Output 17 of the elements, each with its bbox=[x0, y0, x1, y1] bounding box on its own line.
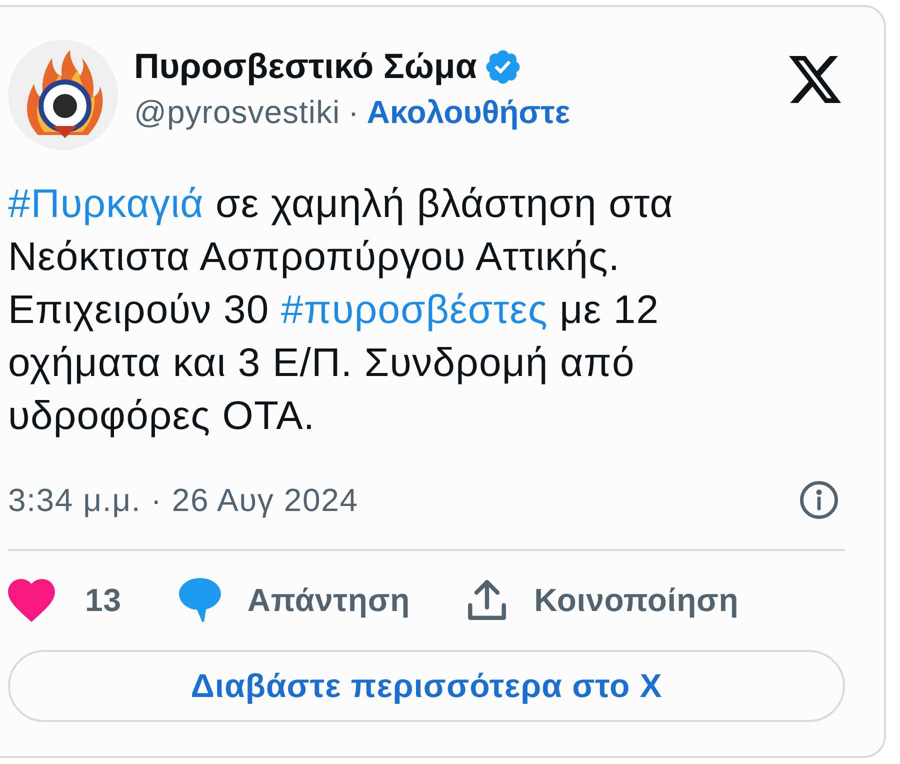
flame-emblem-drawing[interactable] bbox=[8, 40, 118, 150]
author-handle[interactable]: @pyrosvestiki bbox=[134, 92, 340, 132]
follow-link[interactable]: Ακολουθήστε bbox=[366, 92, 570, 132]
read-more-button[interactable]: Διαβάστε περισσότερα στο X bbox=[8, 650, 845, 722]
reply-button[interactable]: Απάντηση bbox=[179, 578, 410, 622]
info-icon[interactable] bbox=[800, 481, 838, 519]
tweet-text: #Πυρκαγιά σε χαμηλή βλάστηση στα Νεόκτιστα Ασπροπύργου Αττικής. Επιχειρούν 30 #πυροσβέστες με 12 οχήματα και 3 Ε/Π. Συνδρομή από υδροφόρες ΟΤΑ. bbox=[8, 181, 674, 440]
x-logo-icon[interactable] bbox=[789, 56, 841, 103]
separator-dot: · bbox=[348, 93, 359, 132]
share-button[interactable]: Κοινοποίηση bbox=[468, 580, 739, 620]
hashtag-link[interactable]: #πυροσβέστες bbox=[280, 288, 548, 332]
like-button[interactable]: 13 bbox=[8, 578, 122, 622]
heart-icon bbox=[8, 578, 55, 622]
author-name[interactable]: Πυροσβεστικό Σώμα bbox=[134, 46, 477, 88]
timestamp-link[interactable]: 3:34 μ.μ. · 26 Αυγ 2024 bbox=[8, 480, 358, 520]
speech-bubble-icon bbox=[179, 578, 222, 622]
hashtag-link[interactable]: #Πυρκαγιά bbox=[8, 182, 204, 226]
